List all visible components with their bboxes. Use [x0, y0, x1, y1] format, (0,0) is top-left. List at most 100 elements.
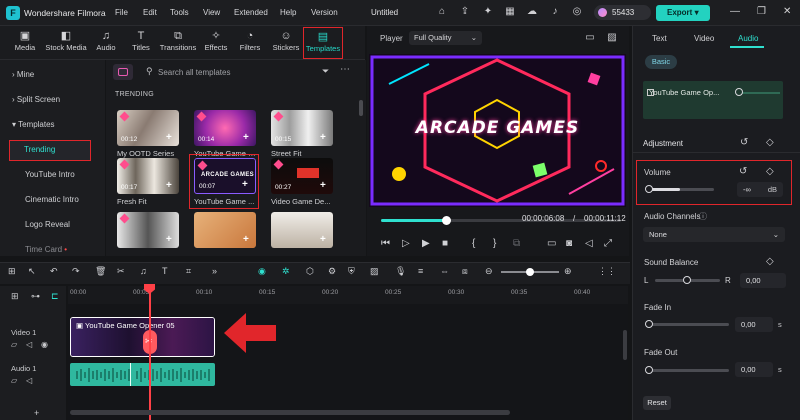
add-track-icon[interactable]: ⊞	[11, 291, 19, 302]
template-card-fresh-fit[interactable]: 00:17 + Fresh Fit	[117, 158, 179, 206]
quality-select[interactable]: Full Quality ⌄	[409, 31, 482, 45]
effects-tool-icon[interactable]: ⚙	[328, 266, 336, 277]
fullscreen-icon[interactable]: ▭	[547, 238, 556, 249]
marker-icon[interactable]: ⬡	[306, 266, 314, 277]
text-tool-icon[interactable]: T	[162, 266, 168, 276]
menu-edit[interactable]: Edit	[143, 8, 157, 17]
sidebar-item-split-screen[interactable]: › Split Screen	[0, 90, 103, 110]
track-folder-icon[interactable]: ▱	[11, 340, 17, 349]
timeline-scrollbar[interactable]	[70, 410, 510, 415]
fade-in-slider[interactable]	[647, 323, 729, 326]
playhead[interactable]	[149, 286, 151, 420]
fade-out-slider[interactable]	[647, 369, 729, 372]
audio-channels-select[interactable]: None ⌄	[643, 227, 785, 242]
camera-icon[interactable]: ◙	[566, 238, 572, 249]
picture-in-picture-icon[interactable]: ⧉	[513, 238, 520, 249]
sound-balance-value[interactable]: 0,00	[740, 273, 786, 288]
zoom-slider-knob[interactable]	[526, 268, 534, 276]
crop-icon[interactable]: ⌗	[186, 266, 191, 277]
share-icon[interactable]: ⇪	[459, 6, 471, 18]
volume-icon[interactable]: ◁	[585, 238, 593, 249]
list-icon[interactable]: ≡	[418, 266, 423, 276]
template-card[interactable]: +	[194, 212, 256, 256]
volume-slider[interactable]	[646, 188, 714, 191]
audio-track-folder-icon[interactable]: ▱	[11, 376, 17, 385]
audio-split-icon[interactable]: ♫	[140, 266, 147, 276]
more-tools-icon[interactable]: »	[212, 266, 217, 276]
template-scrollbar[interactable]	[359, 100, 363, 116]
render-icon[interactable]: ◉	[258, 266, 266, 277]
template-card-street-fit[interactable]: 00:15 + Street Fit	[271, 110, 333, 158]
reset-icon[interactable]: ↺	[740, 137, 748, 148]
add-icon[interactable]: +	[34, 408, 39, 418]
fit-icon[interactable]: ⇔	[440, 266, 449, 276]
play-reverse-icon[interactable]: ▷	[402, 238, 410, 249]
fade-out-value[interactable]: 0,00	[735, 362, 773, 377]
grid-icon[interactable]: ⋮⋮	[598, 266, 616, 277]
template-card[interactable]: +	[117, 212, 179, 256]
play-icon[interactable]: ▶	[422, 238, 430, 249]
reset-button[interactable]: Reset	[643, 396, 671, 410]
headphones-icon[interactable]: ◎	[571, 6, 583, 18]
menu-view[interactable]: View	[203, 8, 220, 17]
add-icon[interactable]: +	[320, 133, 330, 143]
add-icon[interactable]: +	[242, 180, 252, 190]
tab-stickers[interactable]: ☺ Stickers	[270, 27, 302, 59]
microphone-icon[interactable]: 🎙	[395, 266, 406, 277]
track-audio-icon[interactable]: ◁	[26, 340, 32, 349]
tab-text[interactable]: Text	[652, 34, 667, 43]
add-icon[interactable]: +	[166, 235, 176, 245]
template-card-video-game-death[interactable]: 00:27 + Video Game De...	[271, 158, 333, 206]
sidebar-item-trending[interactable]: Trending	[9, 140, 91, 161]
favorites-button[interactable]	[113, 64, 133, 80]
tab-effects[interactable]: ✧ Effects	[202, 27, 230, 59]
export-button[interactable]: Export ▾	[656, 5, 710, 21]
previous-frame-icon[interactable]: ⏮	[381, 238, 390, 249]
tab-templates[interactable]: ▤ Templates	[303, 27, 343, 59]
video-clip[interactable]: ▣ YouTube Game Opener 05 ✂	[70, 317, 215, 357]
basic-subtab[interactable]: Basic	[645, 55, 677, 69]
search-input[interactable]: Search all templates	[158, 68, 308, 77]
menu-file[interactable]: File	[115, 8, 128, 17]
redo-icon[interactable]: ↷	[72, 266, 80, 277]
sidebar-item-cinematic-intro[interactable]: Cinematic Intro	[0, 190, 103, 210]
template-card-youtube-game-selected[interactable]: ARCADE GAMES 00:07 + YouTube Game ...	[194, 158, 256, 206]
tab-filters[interactable]: ◔ Filters	[236, 27, 264, 59]
tab-video[interactable]: Video	[694, 34, 714, 43]
keyframe-icon[interactable]: ◇	[766, 137, 774, 148]
close-icon[interactable]: ✕	[783, 6, 791, 17]
balance-keyframe-icon[interactable]: ◇	[766, 256, 774, 267]
menu-help[interactable]: Help	[280, 8, 296, 17]
sidebar-item-logo-reveal[interactable]: Logo Reveal	[0, 215, 103, 235]
track-visibility-icon[interactable]: ◉	[41, 340, 48, 349]
layout-icon[interactable]: ▦	[504, 6, 516, 18]
fade-in-knob[interactable]	[645, 320, 653, 328]
add-icon[interactable]: +	[243, 235, 253, 245]
credits-badge[interactable]: 55433	[594, 5, 651, 20]
cloud-icon[interactable]: ☁	[526, 6, 538, 18]
stop-icon[interactable]: ■	[442, 238, 448, 249]
tab-stock-media[interactable]: ◧ Stock Media	[42, 27, 90, 59]
waveform-knob[interactable]	[735, 88, 743, 96]
undo-icon[interactable]: ↶	[50, 266, 58, 277]
more-options-icon[interactable]: ⋯	[340, 64, 350, 75]
fade-out-knob[interactable]	[645, 366, 653, 374]
minimize-icon[interactable]: —	[730, 6, 740, 17]
sidebar-item-templates[interactable]: ▾ Templates	[0, 115, 103, 135]
tab-media[interactable]: ▣ Media	[10, 27, 40, 59]
ai-tool-icon[interactable]: ⧈	[462, 266, 468, 277]
video-preview[interactable]: ARCADE GAMES	[369, 54, 626, 207]
tab-audio-properties[interactable]: Audio	[738, 34, 758, 43]
ai-icon[interactable]: ✦	[482, 6, 494, 18]
mark-in-icon[interactable]: {	[472, 238, 475, 249]
volume-keyframe-icon[interactable]: ◇	[766, 166, 774, 177]
template-card-youtube-game-opener[interactable]: 00:14+ YouTube Game Op...	[194, 110, 256, 158]
add-icon[interactable]: +	[166, 133, 176, 143]
bell-icon[interactable]: ♪	[549, 6, 561, 18]
mark-out-icon[interactable]: }	[493, 238, 496, 249]
volume-value-field[interactable]: -∞ dB	[737, 182, 783, 197]
delete-icon[interactable]: 🗑	[95, 266, 106, 277]
zoom-in-icon[interactable]: ⊕	[564, 266, 572, 277]
image-icon[interactable]: ▨	[606, 32, 618, 44]
menu-extended[interactable]: Extended	[234, 8, 268, 17]
